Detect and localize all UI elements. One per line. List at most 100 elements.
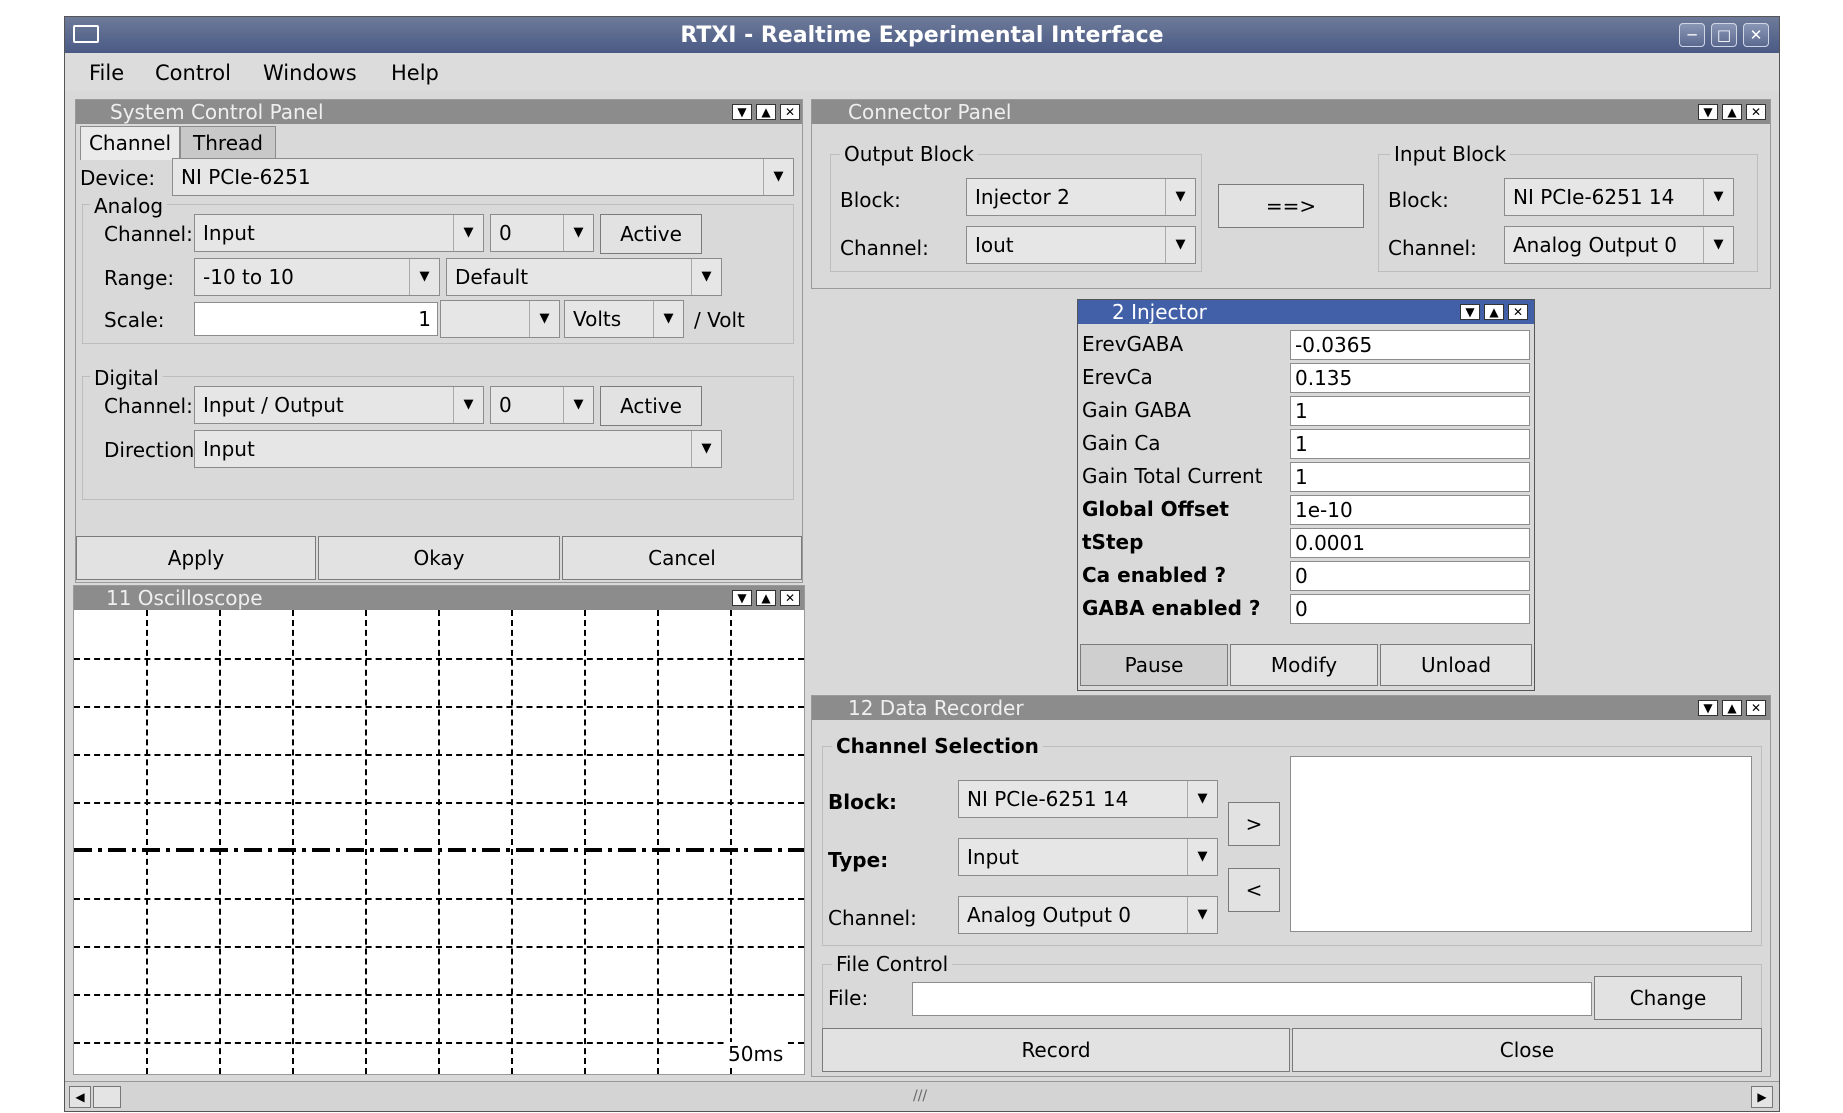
digital-active-button[interactable]: Active (600, 386, 702, 426)
analog-range-combo[interactable]: -10 to 10 ▼ (194, 258, 440, 296)
scroll-left-icon[interactable]: ◀ (69, 1086, 91, 1108)
output-block-combo[interactable]: Injector 2 ▼ (966, 178, 1196, 216)
grid-line (74, 754, 804, 756)
close-icon[interactable]: ✕ (780, 590, 800, 606)
input-channel-value: Analog Output 0 (1513, 233, 1678, 257)
expand-icon[interactable]: ▲ (756, 590, 776, 606)
collapse-icon[interactable]: ▼ (732, 590, 752, 606)
param-name: tStep (1082, 530, 1144, 554)
panel-title[interactable]: 11 Oscilloscope (74, 586, 804, 610)
input-block-label: Input Block (1390, 142, 1511, 166)
param-value[interactable]: -0.0365 (1290, 330, 1530, 360)
chevron-down-icon: ▼ (453, 215, 483, 251)
expand-icon[interactable]: ▲ (1484, 304, 1504, 320)
modify-button[interactable]: Modify (1230, 644, 1378, 686)
pause-button[interactable]: Pause (1080, 644, 1228, 686)
analog-reference-combo[interactable]: Default ▼ (446, 258, 722, 296)
analog-per-unit-label: / Volt (694, 308, 745, 332)
cancel-button[interactable]: Cancel (562, 536, 802, 580)
menu-bar: File Control Windows Help (65, 53, 1779, 91)
menu-control[interactable]: Control (155, 61, 231, 85)
connect-button[interactable]: ==> (1218, 184, 1364, 228)
tab-channel[interactable]: Channel (80, 126, 180, 160)
change-file-button[interactable]: Change (1594, 976, 1742, 1020)
menu-windows[interactable]: Windows (263, 61, 357, 85)
horizontal-scrollbar[interactable]: ◀ /// ▶ (65, 1081, 1779, 1111)
device-combo[interactable]: NI PCIe-6251 ▼ (172, 158, 794, 196)
close-icon[interactable]: ✕ (780, 104, 800, 120)
grid-line (74, 706, 804, 708)
tab-thread[interactable]: Thread (180, 126, 276, 160)
input-channel-combo[interactable]: Analog Output 0 ▼ (1504, 226, 1734, 264)
scroll-right-icon[interactable]: ▶ (1751, 1086, 1773, 1108)
expand-icon[interactable]: ▲ (756, 104, 776, 120)
okay-button[interactable]: Okay (318, 536, 560, 580)
analog-prefix-combo[interactable]: ▼ (440, 300, 560, 338)
recorder-type-combo[interactable]: Input ▼ (958, 838, 1218, 876)
chevron-down-icon: ▼ (1187, 897, 1217, 933)
recorder-block-combo[interactable]: NI PCIe-6251 14 ▼ (958, 780, 1218, 818)
param-value[interactable]: 0 (1290, 594, 1530, 624)
param-value[interactable]: 1 (1290, 462, 1530, 492)
digital-direction-combo[interactable]: Input ▼ (194, 430, 722, 468)
collapse-icon[interactable]: ▼ (1698, 700, 1718, 716)
minimize-icon[interactable]: ─ (1679, 23, 1705, 47)
input-channel-label: Channel: (1388, 236, 1477, 260)
panel-title[interactable]: Connector Panel (812, 100, 1770, 124)
analog-unit-combo[interactable]: Volts ▼ (564, 300, 684, 338)
add-channel-button[interactable]: > (1228, 802, 1280, 846)
oscilloscope-plot[interactable]: 50ms (74, 610, 804, 1074)
collapse-icon[interactable]: ▼ (732, 104, 752, 120)
output-channel-combo[interactable]: Iout ▼ (966, 226, 1196, 264)
remove-channel-button[interactable]: < (1228, 868, 1280, 912)
apply-button[interactable]: Apply (76, 536, 316, 580)
panel-title[interactable]: System Control Panel (76, 100, 802, 124)
window-titlebar[interactable]: RTXI - Realtime Experimental Interface ─… (65, 17, 1779, 53)
expand-icon[interactable]: ▲ (1722, 700, 1742, 716)
analog-group-label: Analog (90, 194, 168, 218)
analog-active-button[interactable]: Active (600, 214, 702, 254)
digital-channel-index-combo[interactable]: 0 ▼ (490, 386, 594, 424)
selected-channels-list[interactable] (1290, 756, 1752, 932)
grid-line (74, 1042, 804, 1044)
analog-channel-type-combo[interactable]: Input ▼ (194, 214, 484, 252)
menu-help[interactable]: Help (391, 61, 439, 85)
analog-channel-type-value: Input (203, 221, 255, 245)
record-button[interactable]: Record (822, 1028, 1290, 1072)
param-value[interactable]: 0 (1290, 561, 1530, 591)
menu-file[interactable]: File (89, 61, 124, 85)
param-value[interactable]: 0.135 (1290, 363, 1530, 393)
param-value[interactable]: 0.0001 (1290, 528, 1530, 558)
input-block-combo[interactable]: NI PCIe-6251 14 ▼ (1504, 178, 1734, 216)
close-icon[interactable]: ✕ (1746, 700, 1766, 716)
scroll-thumb[interactable] (93, 1086, 121, 1108)
maximize-icon[interactable]: □ (1711, 23, 1737, 47)
param-name: Gain Total Current (1082, 464, 1263, 488)
unload-button[interactable]: Unload (1380, 644, 1532, 686)
param-value[interactable]: 1 (1290, 429, 1530, 459)
close-button[interactable]: Close (1292, 1028, 1762, 1072)
oscilloscope-trace (74, 848, 804, 852)
collapse-icon[interactable]: ▼ (1698, 104, 1718, 120)
recorder-channel-label: Channel: (828, 906, 917, 930)
expand-icon[interactable]: ▲ (1722, 104, 1742, 120)
grid-line (74, 946, 804, 948)
close-icon[interactable]: ✕ (1743, 23, 1769, 47)
param-value[interactable]: 1e-10 (1290, 495, 1530, 525)
close-icon[interactable]: ✕ (1508, 304, 1528, 320)
analog-channel-index-value: 0 (499, 221, 512, 245)
collapse-icon[interactable]: ▼ (1460, 304, 1480, 320)
panel-title[interactable]: 12 Data Recorder (812, 696, 1770, 720)
digital-direction-value: Input (203, 437, 255, 461)
close-icon[interactable]: ✕ (1746, 104, 1766, 120)
grid-line (292, 610, 294, 1074)
param-value[interactable]: 1 (1290, 396, 1530, 426)
digital-channel-type-value: Input / Output (203, 393, 344, 417)
recorder-channel-combo[interactable]: Analog Output 0 ▼ (958, 896, 1218, 934)
analog-channel-index-combo[interactable]: 0 ▼ (490, 214, 594, 252)
param-name: ErevCa (1082, 365, 1153, 389)
digital-channel-type-combo[interactable]: Input / Output ▼ (194, 386, 484, 424)
file-path-input[interactable] (912, 982, 1592, 1016)
analog-scale-field[interactable]: 1 (194, 302, 438, 336)
param-name: ErevGABA (1082, 332, 1184, 356)
